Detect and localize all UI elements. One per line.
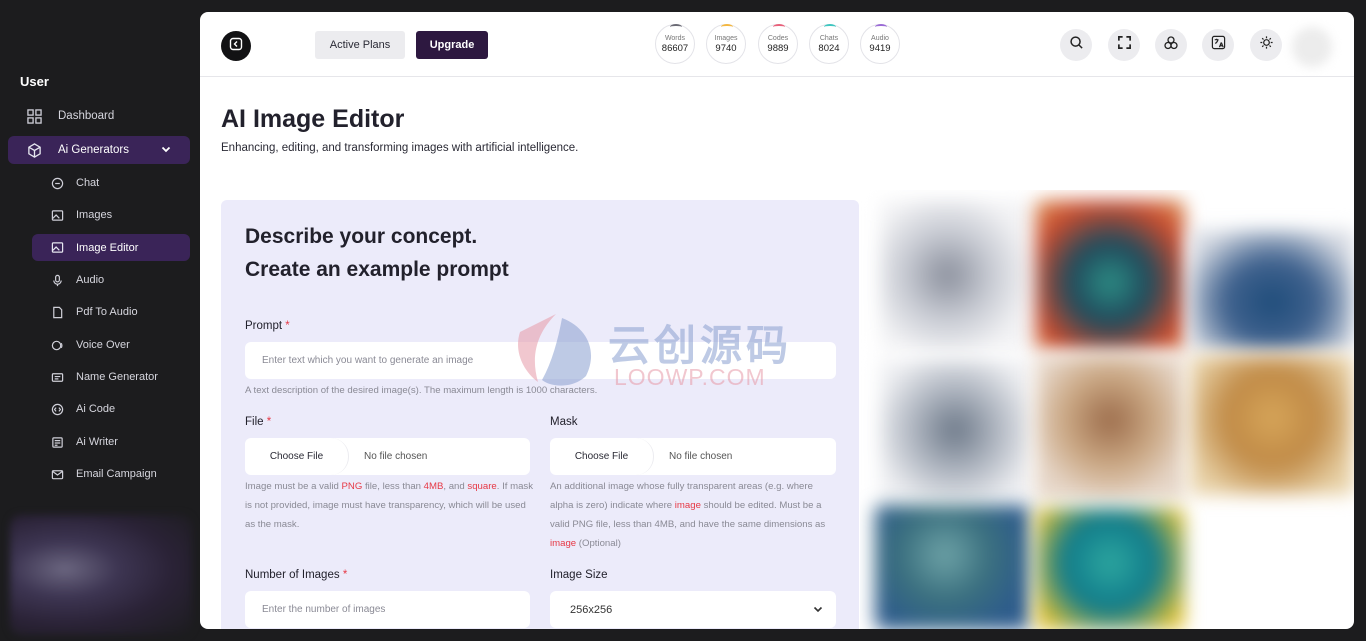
search-icon: [1069, 35, 1084, 55]
apps-button[interactable]: [1155, 29, 1187, 61]
chevron-down-icon: [812, 603, 824, 618]
sidebar-subitem-label: Image Editor: [76, 241, 139, 254]
file-input[interactable]: Choose File No file chosen: [245, 438, 530, 475]
active-plans-button[interactable]: Active Plans: [315, 31, 405, 59]
sidebar-subitem-label: Name Generator: [76, 371, 158, 383]
cubes-icon: [1163, 35, 1179, 56]
gallery-image[interactable]: [1035, 508, 1185, 629]
voice-icon: [50, 338, 64, 352]
progress-arc: [824, 24, 836, 30]
prompt-input[interactable]: Enter text which you want to generate an…: [245, 342, 836, 379]
upgrade-button[interactable]: Upgrade: [416, 31, 488, 59]
main-panel: Active Plans Upgrade Words 86607 Images …: [200, 12, 1354, 629]
fullscreen-icon: [1117, 35, 1132, 55]
stat-images: Images 9740: [706, 24, 746, 64]
sidebar: User Dashboard Ai Generators Chat Images…: [0, 0, 200, 641]
cube-icon: [26, 142, 42, 158]
sidebar-subitem-label: Ai Writer: [76, 436, 118, 448]
sidebar-item-label: Dashboard: [58, 110, 115, 122]
sidebar-subitem-label: Email Campaign: [76, 468, 157, 480]
page-title: AI Image Editor: [221, 105, 405, 133]
sidebar-subitem-name-generator[interactable]: Name Generator: [32, 364, 190, 390]
pdf-icon: [50, 305, 64, 319]
form-subheading: Create an example prompt: [245, 258, 509, 281]
mask-input[interactable]: Choose File No file chosen: [550, 438, 836, 475]
gallery-image[interactable]: [1035, 355, 1185, 500]
sidebar-item-dashboard[interactable]: Dashboard: [8, 103, 190, 129]
sidebar-subitem-ai-code[interactable]: Ai Code: [32, 396, 190, 422]
num-images-label: Number of Images *: [245, 569, 348, 581]
code-icon: [50, 402, 64, 416]
stat-codes: Codes 9889: [758, 24, 798, 64]
prompt-label: Prompt *: [245, 320, 290, 332]
sidebar-promo-image[interactable]: [10, 515, 192, 635]
gallery-image[interactable]: [880, 360, 1030, 500]
sidebar-subitem-label: Ai Code: [76, 403, 116, 415]
translate-icon: [1211, 35, 1226, 55]
sidebar-subitem-audio[interactable]: Audio: [32, 267, 190, 293]
name-icon: [50, 370, 64, 384]
image-size-select[interactable]: 256x256: [550, 591, 836, 628]
sidebar-subitem-label: Chat: [76, 177, 100, 189]
top-bar: Active Plans Upgrade Words 86607 Images …: [200, 12, 1354, 77]
mask-status: No file chosen: [669, 451, 733, 462]
chevron-down-icon: [160, 143, 172, 158]
stat-chats: Chats 8024: [809, 24, 849, 64]
sidebar-subitem-pdf-to-audio[interactable]: Pdf To Audio: [32, 299, 190, 325]
gallery-image[interactable]: [875, 505, 1030, 629]
sidebar-subitem-label: Voice Over: [76, 339, 130, 351]
image-gallery: [860, 190, 1354, 629]
grid-icon: [26, 108, 42, 124]
microphone-icon: [50, 273, 64, 287]
image-icon: [50, 208, 64, 222]
avatar[interactable]: [1292, 27, 1332, 67]
gallery-image[interactable]: [1190, 355, 1354, 495]
sidebar-subitem-voice-over[interactable]: Voice Over: [32, 332, 190, 358]
progress-arc: [721, 24, 733, 30]
choose-mask-button[interactable]: Choose File: [550, 438, 654, 475]
file-help: Image must be a valid PNG file, less tha…: [245, 481, 533, 530]
choose-file-button[interactable]: Choose File: [245, 438, 349, 475]
theme-toggle-button[interactable]: [1250, 29, 1282, 61]
sidebar-item-label: Ai Generators: [58, 144, 129, 156]
mask-help: An additional image whose fully transpar…: [550, 481, 826, 549]
image-size-label: Image Size: [550, 569, 608, 581]
prompt-help: A text description of the desired image(…: [245, 385, 598, 396]
stat-words: Words 86607: [655, 24, 695, 64]
file-label: File *: [245, 416, 272, 428]
sun-icon: [1259, 35, 1274, 55]
collapse-sidebar-button[interactable]: [221, 31, 251, 61]
form-heading: Describe your concept.: [245, 225, 478, 248]
mask-label: Mask: [550, 416, 578, 428]
stat-audio: Audio 9419: [860, 24, 900, 64]
sidebar-item-ai-generators[interactable]: Ai Generators: [8, 136, 190, 164]
image-edit-icon: [50, 241, 64, 255]
writer-icon: [50, 435, 64, 449]
sidebar-subitem-label: Images: [76, 209, 113, 221]
sidebar-subitem-chat[interactable]: Chat: [32, 170, 190, 196]
page-subtitle: Enhancing, editing, and transforming ima…: [221, 142, 579, 154]
sidebar-subitem-image-editor[interactable]: Image Editor: [32, 234, 190, 261]
progress-arc: [670, 24, 682, 30]
gallery-image[interactable]: [880, 200, 1030, 350]
file-status: No file chosen: [364, 451, 428, 462]
num-images-input[interactable]: Enter the number of images: [245, 591, 530, 628]
language-button[interactable]: [1202, 29, 1234, 61]
sidebar-subitem-label: Audio: [76, 274, 105, 286]
chevron-left-icon: [229, 37, 243, 56]
gallery-image[interactable]: [1035, 200, 1185, 350]
chat-icon: [50, 176, 64, 190]
sidebar-subitem-email-campaign[interactable]: Email Campaign: [32, 461, 190, 487]
gallery-image[interactable]: [1190, 230, 1354, 350]
sidebar-section-title: User: [20, 74, 49, 89]
sidebar-subitem-ai-writer[interactable]: Ai Writer: [32, 429, 190, 455]
progress-arc: [875, 24, 887, 30]
email-icon: [50, 467, 64, 481]
search-button[interactable]: [1060, 29, 1092, 61]
fullscreen-button[interactable]: [1108, 29, 1140, 61]
sidebar-subitem-images[interactable]: Images: [32, 202, 190, 228]
progress-arc: [773, 24, 785, 30]
sidebar-subitem-label: Pdf To Audio: [76, 306, 138, 318]
prompt-form-card: Describe your concept. Create an example…: [221, 200, 859, 629]
